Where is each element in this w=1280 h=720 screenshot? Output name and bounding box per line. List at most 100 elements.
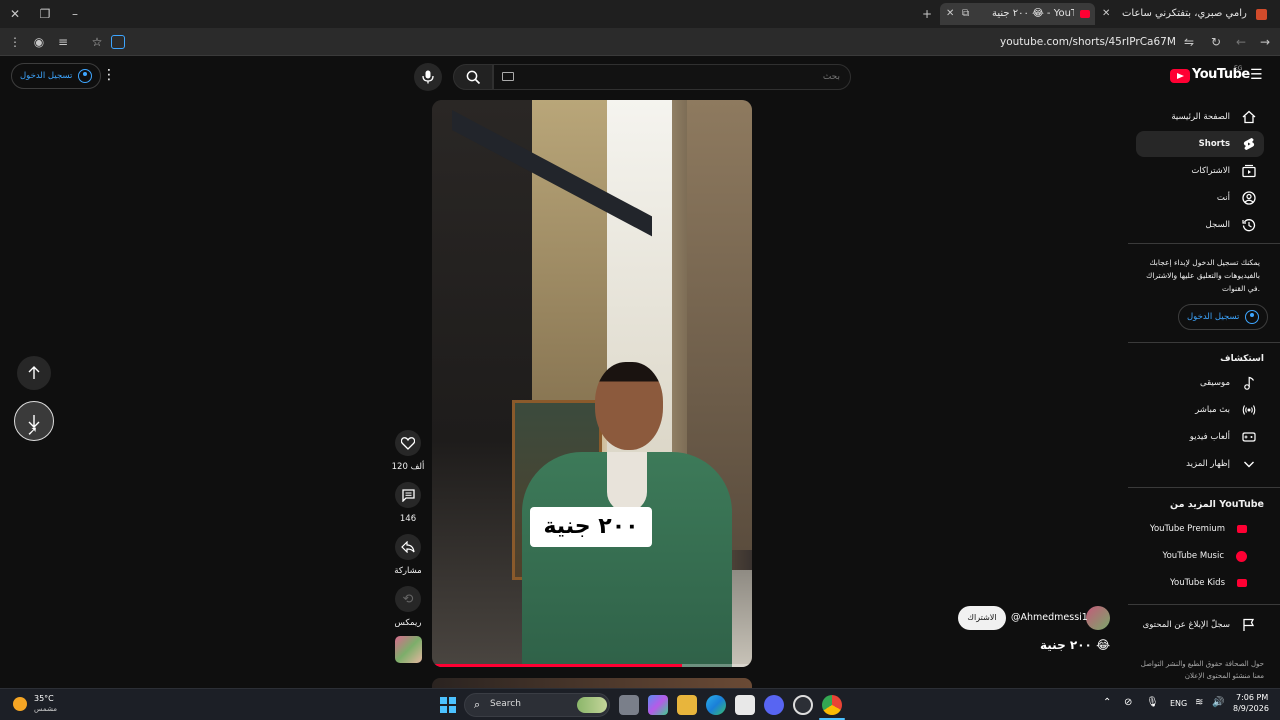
wifi-icon[interactable]: ≋ [1195, 697, 1203, 708]
sidebar-item-history[interactable]: السجل [1136, 212, 1264, 238]
youtube-logo-icon[interactable] [1170, 69, 1190, 83]
sidebar-item-music[interactable]: موسيقى [1136, 370, 1264, 396]
sidebar-item-label: الصفحة الرئيسية [1171, 112, 1230, 122]
input-language[interactable]: ENG [1170, 699, 1187, 708]
reload-icon[interactable]: ↻ [1207, 33, 1225, 51]
sidebar-item-music-app[interactable]: YouTube Music [1136, 543, 1264, 569]
chevron-down-icon [1244, 461, 1254, 468]
minimize-window-icon[interactable]: – [66, 5, 84, 23]
youtube-favicon [1080, 10, 1090, 18]
network-icon[interactable]: ⊘ [1124, 697, 1132, 708]
shorts-icon [1243, 138, 1255, 150]
remix-label: ريمكس [394, 618, 422, 628]
comments-button[interactable] [395, 482, 421, 508]
sidebar-item-label: إظهار المزيد [1186, 459, 1230, 469]
taskbar-search-box[interactable]: ⌕ Search [464, 693, 610, 717]
short-video-player[interactable]: ٢٠٠ جنية [432, 100, 752, 667]
sidebar-item-label: السجل [1205, 220, 1230, 230]
channel-avatar[interactable] [1086, 606, 1110, 630]
voice-search-button[interactable] [414, 63, 442, 91]
next-short-preview[interactable] [432, 678, 752, 688]
discord-icon[interactable] [764, 695, 784, 715]
install-app-icon[interactable] [111, 35, 125, 49]
search-icon: ⌕ [474, 698, 481, 711]
share-button[interactable] [395, 534, 421, 560]
sidebar-item-report-history[interactable]: سجلّ الإبلاغ عن المحتوى [1136, 612, 1264, 638]
search-box[interactable] [493, 64, 851, 90]
sidebar-signin-button[interactable]: تسجيل الدخول [1178, 304, 1269, 330]
bookmark-star-icon[interactable]: ☆ [88, 33, 106, 51]
sidebar-item-premium[interactable]: YouTube Premium [1136, 516, 1264, 542]
signin-label: تسجيل الدخول [20, 71, 73, 81]
close-window-icon[interactable]: ✕ [6, 5, 24, 23]
volume-icon[interactable]: 🔊 [1212, 697, 1224, 708]
microphone-tray-icon[interactable]: 🎙 [1146, 697, 1159, 708]
tab-music[interactable]: ✕ رامي صبري، بتفتكرني ساعات oud [1100, 3, 1280, 25]
sidebar-item-label: موسيقى [1199, 378, 1230, 388]
tray-chevron-up-icon[interactable]: ⌃ [1103, 697, 1111, 708]
reading-list-icon[interactable]: ≡ [54, 33, 72, 51]
tab-youtube-short[interactable]: ✕ ⧉ ٢٠٠ جنية 😂 - YouTube [940, 3, 1095, 25]
previous-short-button[interactable] [17, 356, 51, 390]
sidebar-item-label: أنت [1216, 193, 1230, 203]
mouse-cursor-icon: ➚ [27, 424, 38, 439]
forward-icon[interactable]: → [1256, 33, 1274, 51]
store-icon[interactable] [735, 695, 755, 715]
profile-icon[interactable]: ◉ [30, 33, 48, 51]
remix-button[interactable]: ⟲ [395, 586, 421, 612]
sidebar-item-home[interactable]: الصفحة الرئيسية [1136, 104, 1264, 130]
sidebar-item-subscriptions[interactable]: الاشتراكات [1136, 158, 1264, 184]
sidebar-divider [1128, 243, 1280, 244]
subscribe-button[interactable]: الاشتراك [958, 606, 1006, 630]
sidebar-item-you[interactable]: أنت [1136, 185, 1264, 211]
task-view-icon[interactable] [619, 695, 639, 715]
sidebar-item-kids[interactable]: YouTube Kids [1136, 570, 1264, 596]
like-button[interactable] [395, 430, 421, 456]
sidebar-divider [1128, 604, 1280, 605]
you-icon [1242, 191, 1256, 205]
chrome-browser-icon[interactable] [822, 695, 842, 715]
weather-temperature[interactable]: 35°C [34, 694, 54, 703]
sidebar-explore: موسيقى بث مباشر ألعاب فيديو إظهار المزيد [1136, 370, 1264, 477]
hamburger-menu-icon[interactable]: ☰ [1250, 68, 1263, 82]
weather-sun-icon[interactable] [13, 697, 27, 711]
youtube-kids-icon [1237, 579, 1247, 587]
sidebar-footer-links[interactable]: حول الصحافة حقوق الطبع والنشر التواصل مع… [1140, 658, 1264, 682]
sidebar-item-shorts[interactable]: Shorts [1136, 131, 1264, 157]
sidebar-item-show-more[interactable]: إظهار المزيد [1136, 451, 1264, 477]
sidebar-item-gaming[interactable]: ألعاب فيديو [1136, 424, 1264, 450]
back-icon[interactable]: ← [1232, 33, 1250, 51]
search-button[interactable] [453, 64, 493, 90]
youtube-page: تسجيل الدخول ⋮ YouTube EG [0, 57, 1280, 688]
windows-start-icon[interactable] [440, 697, 456, 713]
file-explorer-icon[interactable] [677, 695, 697, 715]
browser-menu-icon[interactable]: ⋮ [6, 33, 24, 51]
signin-button[interactable]: تسجيل الدخول [11, 63, 102, 89]
video-caption: ٢٠٠ جنية [530, 507, 652, 547]
settings-gear-icon[interactable] [793, 695, 813, 715]
sound-thumbnail[interactable] [395, 636, 422, 663]
explore-title: استكشاف [1220, 354, 1264, 364]
restore-window-icon[interactable]: ❐ [36, 5, 54, 23]
new-tab-icon[interactable]: + [918, 5, 936, 23]
more-options-icon[interactable]: ⋮ [102, 67, 116, 83]
keyboard-icon[interactable] [502, 72, 514, 81]
clock-date[interactable]: 8/9/2026 [1233, 704, 1269, 713]
sidebar-item-live[interactable]: بث مباشر [1136, 397, 1264, 423]
browser-tab-bar: ✕ ❐ – + ✕ ⧉ ٢٠٠ جنية 😂 - YouTube ✕ رامي … [0, 0, 1280, 28]
url-field[interactable]: youtube.com/shorts/45rIPrCa67M [1000, 28, 1176, 56]
edge-browser-icon[interactable] [706, 695, 726, 715]
clock-time[interactable]: 7:06 PM [1236, 693, 1268, 702]
more-from-youtube-title: المزيد من YouTube [1170, 499, 1264, 510]
video-progress-bar[interactable] [432, 664, 752, 667]
close-tab-icon[interactable]: ✕ [1102, 3, 1110, 25]
channel-handle[interactable]: @Ahmedmessi1 [1011, 612, 1088, 623]
site-settings-icon[interactable]: ⇋ [1180, 33, 1198, 51]
sidebar-item-label: YouTube Kids [1169, 578, 1225, 588]
flag-icon [1243, 618, 1255, 631]
close-tab-icon[interactable]: ✕ [946, 3, 954, 25]
search-input[interactable] [524, 68, 840, 86]
heart-icon [401, 436, 415, 450]
live-icon [1242, 405, 1256, 415]
widgets-icon[interactable] [648, 695, 668, 715]
